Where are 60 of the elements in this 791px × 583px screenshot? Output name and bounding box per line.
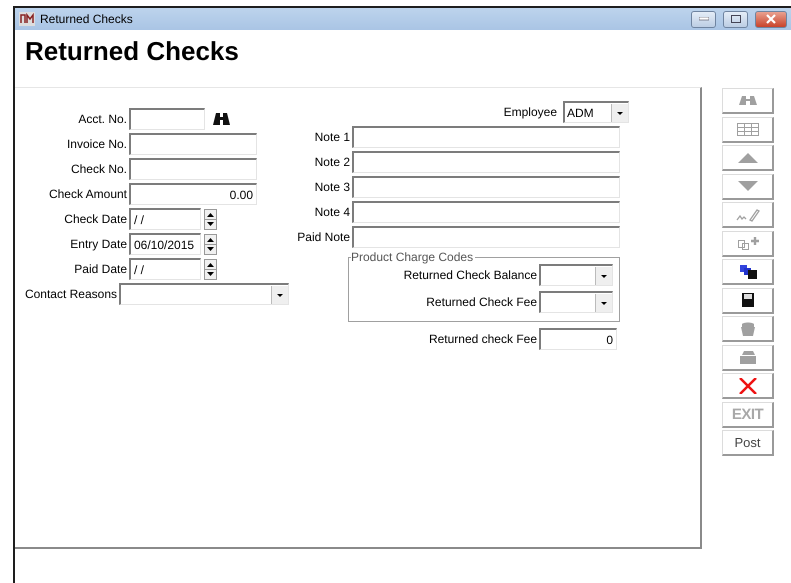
table-icon (736, 121, 760, 137)
copy-plus-icon (736, 235, 760, 251)
input-field[interactable] (352, 226, 620, 248)
input-field[interactable] (129, 158, 257, 180)
minimize-icon (698, 17, 708, 21)
field-label: Check Amount (48, 187, 128, 201)
input-field[interactable]: 0.00 (129, 183, 257, 205)
caret-icon (611, 104, 628, 122)
caret-icon (595, 266, 612, 284)
maximize-button[interactable] (723, 10, 748, 28)
spinner-icon[interactable] (204, 208, 217, 230)
field-label: Check Date (63, 212, 128, 226)
field-label: Note 4 (314, 205, 351, 219)
input-field[interactable] (352, 126, 620, 148)
field-label: Entry Date (69, 237, 128, 251)
field-label: Returned check Fee (428, 332, 538, 346)
field-label: Invoice No. (66, 137, 128, 151)
toolbar-button[interactable] (722, 259, 774, 285)
group-title: Product Charge Codes (351, 250, 474, 264)
minimize-button[interactable] (691, 10, 716, 28)
caret-icon (595, 294, 612, 312)
field-label: Note 3 (314, 180, 351, 194)
input-field[interactable] (352, 176, 620, 198)
field-label: Acct. No. (77, 112, 128, 126)
field-label: Check No. (70, 162, 128, 176)
app-icon (19, 12, 35, 26)
down-arrow-icon (736, 178, 760, 194)
field-label: Contact Reasons (24, 287, 118, 301)
dropdown[interactable] (119, 283, 289, 305)
close-button[interactable] (755, 10, 787, 28)
dropdown[interactable]: ADM (563, 101, 629, 123)
toolbar-button[interactable] (722, 288, 774, 314)
input-field[interactable]: 0 (539, 328, 617, 350)
field-label: Note 1 (314, 130, 351, 144)
field-label: Note 2 (314, 155, 351, 169)
field-label: Paid Note (296, 230, 351, 244)
input-field[interactable] (129, 108, 205, 130)
dropdown[interactable] (539, 264, 613, 286)
field-label: Employee (504, 105, 557, 119)
input-field[interactable] (129, 133, 257, 155)
caret-icon (271, 286, 288, 304)
binoculars-icon[interactable] (213, 113, 230, 125)
spinner-icon[interactable] (204, 258, 217, 280)
field-label: Paid Date (73, 262, 128, 276)
field-label: Returned Check Fee (425, 295, 538, 309)
date-field[interactable]: / / (129, 208, 201, 230)
date-field[interactable]: / / (129, 258, 201, 280)
page-heading: Returned Checks (24, 35, 240, 68)
field-label: Returned Check Balance (402, 268, 538, 282)
close-icon (765, 14, 777, 24)
maximize-icon (730, 15, 740, 23)
dropdown-value: ADM (567, 106, 594, 120)
date-field[interactable]: 06/10/2015 (129, 233, 201, 255)
spinner-icon[interactable] (204, 234, 217, 254)
pen-icon (736, 206, 760, 222)
dropdown[interactable] (539, 291, 613, 313)
toolbar-button[interactable]: Post (722, 430, 774, 456)
input-field[interactable] (352, 201, 620, 223)
window-title: Returned Checks (40, 12, 134, 26)
input-field[interactable] (352, 151, 620, 173)
